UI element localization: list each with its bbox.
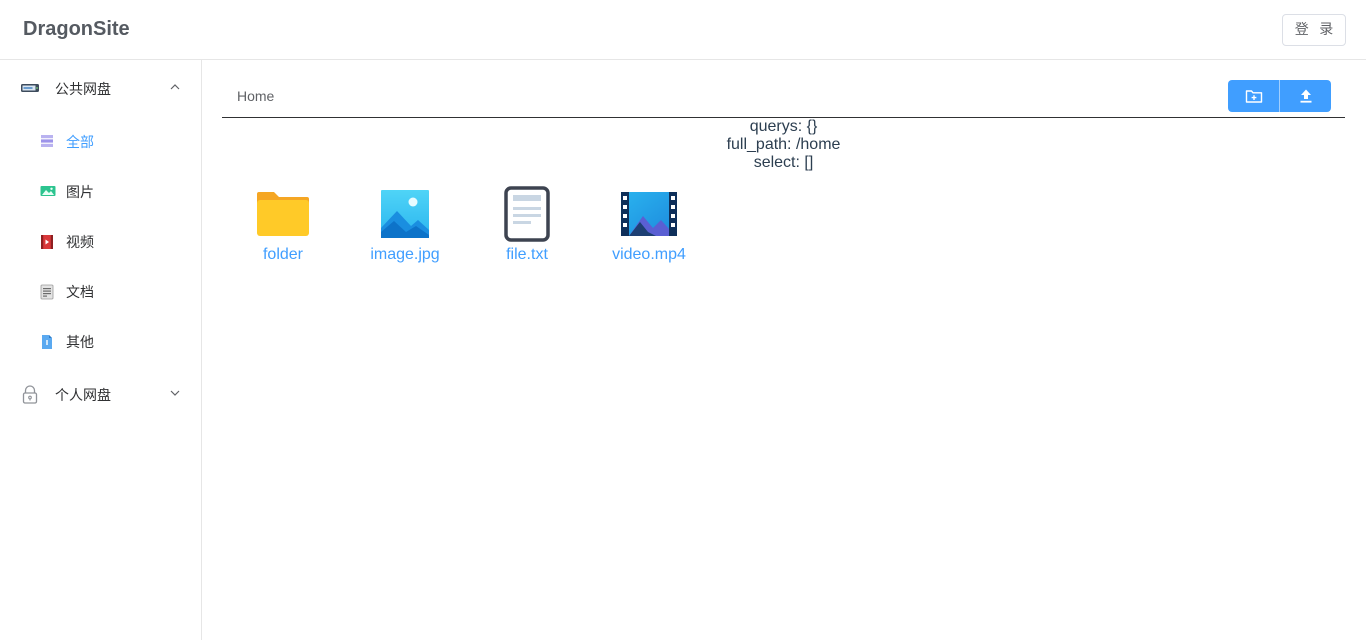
file-item-folder[interactable]: folder [228, 186, 338, 270]
debug-full-path: full_path: /home [726, 136, 841, 153]
video-icon [40, 234, 54, 255]
sidebar-item-other[interactable]: 其他 [0, 316, 201, 366]
sidebar-item-all[interactable]: 全部 [0, 116, 201, 166]
top-header: DragonSite 登 录 [0, 0, 1366, 60]
sidebar: 公共网盘 全部 图片 视频 文档 其他 个人网盘 [0, 60, 202, 640]
sidebar-item-label: 视频 [66, 235, 94, 251]
document-icon [40, 284, 54, 305]
sidebar-item-label: 图片 [66, 185, 94, 201]
image-file-icon [380, 186, 430, 243]
list-icon [40, 134, 54, 153]
submenu-public-drive[interactable]: 公共网盘 [0, 60, 201, 116]
image-icon [40, 184, 56, 203]
debug-select: select: [] [753, 154, 814, 171]
sidebar-item-label: 其他 [66, 335, 94, 351]
sidebar-item-label: 文档 [66, 285, 94, 301]
submenu-personal-drive-label: 个人网盘 [55, 388, 111, 404]
chevron-up-icon [170, 84, 180, 90]
drive-icon [20, 80, 40, 101]
debug-info: querys: {} full_path: /home select: [] [222, 118, 1345, 172]
file-item-video[interactable]: video.mp4 [594, 186, 704, 270]
debug-querys: querys: {} [749, 118, 818, 135]
sidebar-item-videos[interactable]: 视频 [0, 216, 201, 266]
file-name: folder [262, 246, 304, 263]
upload-icon [1300, 89, 1311, 103]
new-folder-button[interactable] [1228, 80, 1279, 112]
file-item-text[interactable]: file.txt [472, 186, 582, 270]
chevron-down-icon [170, 390, 180, 396]
sidebar-item-label: 全部 [66, 135, 94, 151]
submenu-personal-drive[interactable]: 个人网盘 [0, 366, 201, 422]
upload-button[interactable] [1279, 80, 1331, 112]
file-name: image.jpg [370, 246, 440, 263]
other-file-icon [40, 334, 54, 355]
toolbar-button-group [1228, 80, 1331, 112]
folder-plus-icon [1245, 90, 1262, 103]
submenu-public-drive-label: 公共网盘 [55, 82, 111, 98]
file-item-image[interactable]: image.jpg [350, 186, 460, 270]
file-name: video.mp4 [612, 246, 686, 263]
file-name: file.txt [506, 246, 548, 263]
folder-icon [255, 186, 311, 243]
sidebar-item-documents[interactable]: 文档 [0, 266, 201, 316]
lock-icon [21, 385, 39, 410]
sidebar-item-images[interactable]: 图片 [0, 166, 201, 216]
breadcrumb-bar: Home [222, 77, 1345, 118]
app-logo[interactable]: DragonSite [23, 18, 130, 41]
login-button[interactable]: 登 录 [1282, 14, 1346, 46]
breadcrumb-home[interactable]: Home [237, 88, 274, 104]
text-file-icon [504, 186, 550, 247]
video-file-icon [620, 186, 678, 243]
